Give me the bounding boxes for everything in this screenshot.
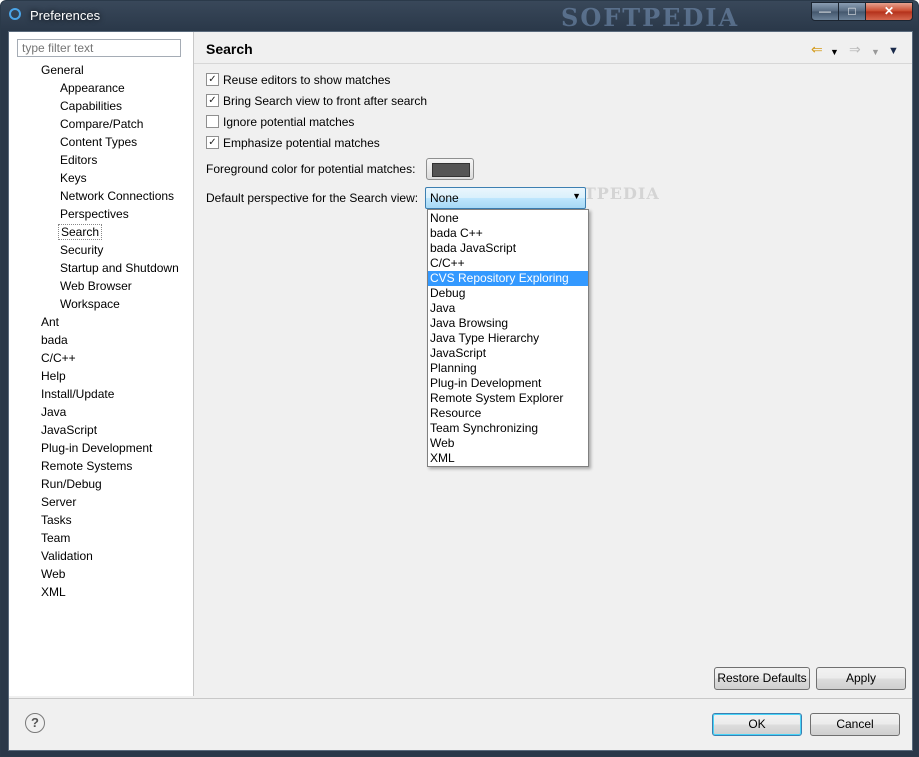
perspective-option[interactable]: CVS Repository Exploring xyxy=(428,271,588,286)
tree-item-tasks[interactable]: Tasks xyxy=(39,512,74,528)
tree-item-keys[interactable]: Keys xyxy=(58,170,89,186)
perspective-option[interactable]: Web xyxy=(428,436,588,451)
tree-item-bada[interactable]: bada xyxy=(39,332,70,348)
perspective-option[interactable]: Java xyxy=(428,301,588,316)
tree-item-network-connections[interactable]: Network Connections xyxy=(58,188,176,204)
perspective-option[interactable]: XML xyxy=(428,451,588,466)
tree-item-team[interactable]: Team xyxy=(39,530,72,546)
tree-item-plug-in-development[interactable]: Plug-in Development xyxy=(39,440,154,456)
tree-item-help[interactable]: Help xyxy=(39,368,68,384)
perspective-option[interactable]: Remote System Explorer xyxy=(428,391,588,406)
perspective-option[interactable]: bada JavaScript xyxy=(428,241,588,256)
forward-menu-icon[interactable]: ▼ xyxy=(871,44,880,60)
tree-item-web-browser[interactable]: Web Browser xyxy=(58,278,134,294)
tree-item-compare-patch[interactable]: Compare/Patch xyxy=(58,116,145,132)
fg-color-label: Foreground color for potential matches: xyxy=(206,162,416,176)
close-icon: ✕ xyxy=(883,4,895,18)
checkbox-label: Ignore potential matches xyxy=(223,115,355,129)
tree-item-web[interactable]: Web xyxy=(39,566,67,582)
tree-item-ant[interactable]: Ant xyxy=(39,314,61,330)
tree-item-startup-and-shutdown[interactable]: Startup and Shutdown xyxy=(58,260,181,276)
tree-item-search[interactable]: Search xyxy=(58,224,103,240)
ignore-potential-matches-checkbox[interactable]: Ignore potential matches xyxy=(206,114,354,130)
checkbox-box[interactable]: ✓ xyxy=(206,136,219,150)
maximize-button[interactable]: □ xyxy=(838,2,866,21)
dialog-client-area: General Appearance Capabilities Compare/Pat… xyxy=(8,31,913,751)
close-button[interactable]: ✕ xyxy=(865,2,913,21)
title-separator xyxy=(194,63,912,64)
checkbox-label: Reuse editors to show matches xyxy=(223,73,391,87)
perspective-option[interactable]: Resource xyxy=(428,406,588,421)
checkbox-label: Emphasize potential matches xyxy=(223,136,380,150)
perspective-option[interactable]: Java Browsing xyxy=(428,316,588,331)
tree-item-c-c-[interactable]: C/C++ xyxy=(39,350,78,366)
perspective-option[interactable]: Team Synchronizing xyxy=(428,421,588,436)
perspective-option[interactable]: Debug xyxy=(428,286,588,301)
chevron-down-icon[interactable]: ▼ xyxy=(572,191,581,201)
tree-item-remote-systems[interactable]: Remote Systems xyxy=(39,458,134,474)
preferences-window: Preferences SOFTPEDIA — □ ✕ General Appea… xyxy=(0,0,919,757)
apply-button[interactable]: Apply xyxy=(816,667,906,690)
checkbox-label: Bring Search view to front after search xyxy=(223,94,428,108)
checkbox-box[interactable]: ✓ xyxy=(206,94,219,108)
tree-item-security[interactable]: Security xyxy=(58,242,105,258)
minimize-icon: — xyxy=(819,4,831,18)
perspective-option[interactable]: JavaScript xyxy=(428,346,588,361)
perspective-option[interactable]: None xyxy=(428,211,588,226)
tree-item-xml[interactable]: XML xyxy=(39,584,68,600)
window-title: Preferences xyxy=(30,8,101,23)
back-menu-icon[interactable]: ▼ xyxy=(830,44,839,60)
perspective-combo[interactable]: None ▼ xyxy=(425,187,586,209)
perspective-option[interactable]: Planning xyxy=(428,361,588,376)
help-icon[interactable]: ? xyxy=(25,713,45,733)
tree-item-validation[interactable]: Validation xyxy=(39,548,95,564)
tree-item-javascript[interactable]: JavaScript xyxy=(39,422,99,438)
tree-item-editors[interactable]: Editors xyxy=(58,152,99,168)
preference-tree-pane: General Appearance Capabilities Compare/Pat… xyxy=(9,32,194,696)
tree-item-appearance[interactable]: Appearance xyxy=(58,80,127,96)
title-bar[interactable]: Preferences SOFTPEDIA — □ ✕ xyxy=(1,1,918,32)
cancel-button[interactable]: Cancel xyxy=(810,713,900,736)
softpedia-watermark: SOFTPEDIA xyxy=(561,3,740,32)
tree-item-run-debug[interactable]: Run/Debug xyxy=(39,476,104,492)
combo-value: None xyxy=(430,191,459,205)
page-title: Search xyxy=(206,41,253,57)
tree-item-capabilities[interactable]: Capabilities xyxy=(58,98,124,114)
tree-item-install-update[interactable]: Install/Update xyxy=(39,386,116,402)
fg-color-button[interactable] xyxy=(426,158,474,180)
footer-separator xyxy=(9,698,912,699)
eclipse-app-icon xyxy=(9,8,21,20)
tree-item-general[interactable]: General xyxy=(39,62,86,78)
maximize-icon: □ xyxy=(848,4,856,18)
restore-defaults-button[interactable]: Restore Defaults xyxy=(714,667,810,690)
ok-button[interactable]: OK xyxy=(712,713,802,736)
tree-item-perspectives[interactable]: Perspectives xyxy=(58,206,131,222)
tree-item-workspace[interactable]: Workspace xyxy=(58,296,122,312)
emphasize-potential-matches-checkbox[interactable]: ✓ Emphasize potential matches xyxy=(206,135,380,151)
back-icon[interactable]: ⇐ xyxy=(811,41,823,57)
perspective-dropdown-list: None bada C++ bada JavaScript C/C++ CVS Repo… xyxy=(427,209,589,467)
perspective-label: Default perspective for the Search view: xyxy=(206,191,419,205)
filter-input[interactable] xyxy=(17,39,181,57)
minimize-button[interactable]: — xyxy=(811,2,839,21)
checkbox-box[interactable] xyxy=(206,115,219,129)
tree-item-content-types[interactable]: Content Types xyxy=(58,134,139,150)
color-swatch xyxy=(432,163,470,177)
perspective-option[interactable]: bada C++ xyxy=(428,226,588,241)
perspective-option[interactable]: Java Type Hierarchy xyxy=(428,331,588,346)
forward-icon[interactable]: ⇒ xyxy=(849,41,861,57)
preference-page: Search ⇐ ▼ ⇒ ▼ ▼ ✓ Reuse editors to show … xyxy=(194,32,912,696)
perspective-option[interactable]: Plug-in Development xyxy=(428,376,588,391)
tree-item-server[interactable]: Server xyxy=(39,494,78,510)
checkbox-box[interactable]: ✓ xyxy=(206,73,219,87)
view-menu-icon[interactable]: ▼ xyxy=(888,43,899,59)
perspective-option[interactable]: C/C++ xyxy=(428,256,588,271)
reuse-editors-checkbox[interactable]: ✓ Reuse editors to show matches xyxy=(206,72,390,88)
bring-search-view-checkbox[interactable]: ✓ Bring Search view to front after search xyxy=(206,93,427,109)
tree-item-java[interactable]: Java xyxy=(39,404,68,420)
